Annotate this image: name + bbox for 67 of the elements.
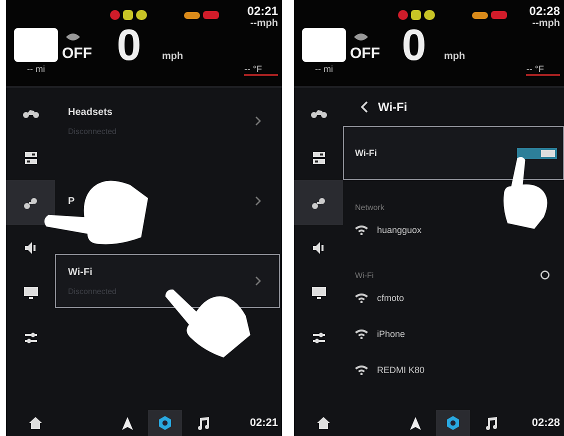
top-speed: --mph: [250, 18, 278, 29]
settings-icon: [158, 416, 172, 430]
speed-unit: mph: [162, 51, 184, 62]
chevron-icon: [255, 116, 261, 126]
speed-value: 0: [400, 26, 428, 72]
speaker-icon: [312, 242, 324, 254]
sidebar-item[interactable]: [6, 180, 55, 225]
sliders-icon: [24, 332, 36, 344]
home-icon: [316, 417, 330, 429]
speaker-icon: [24, 242, 36, 254]
connection-icon: [312, 196, 326, 208]
temperature-value: -- °F: [526, 64, 560, 76]
motorcycle-icon: [22, 108, 38, 118]
menu-item-title: Headsets: [68, 106, 114, 118]
clock: 02:28: [529, 4, 560, 18]
page-title: Wi-Fi: [378, 100, 408, 114]
chevron-icon: [255, 276, 261, 286]
home-icon: [28, 417, 42, 429]
refresh-icon[interactable]: [540, 270, 550, 280]
network-item[interactable]: cfmoto: [343, 280, 564, 316]
menu-item-title: P: [68, 196, 76, 206]
navigation-icon: [122, 416, 132, 430]
warning-lights-icon: [110, 9, 148, 21]
clock: 02:21: [247, 4, 278, 18]
warning-lights-icon: [398, 9, 436, 21]
menu-item[interactable]: P: [55, 174, 280, 228]
chevron-icon: [255, 196, 261, 206]
speed-unit: mph: [444, 51, 466, 62]
settings-icon: [446, 416, 460, 430]
sidebar-item[interactable]: [294, 180, 343, 225]
cruise-status: OFF: [350, 45, 381, 62]
warning-lights-icon: [472, 10, 508, 20]
back-icon[interactable]: [361, 101, 368, 113]
sliders-icon: [312, 332, 324, 344]
navigation-icon: [410, 416, 420, 430]
cruise-status: OFF: [62, 45, 93, 62]
panels-icon: [24, 152, 36, 164]
music-icon: [485, 416, 497, 430]
cruise-icon: [354, 33, 368, 41]
network-item[interactable]: REDMI K80: [343, 352, 564, 388]
wifi-icon: [355, 329, 368, 339]
panels-icon: [312, 152, 324, 164]
toggle-label: Wi-Fi: [355, 148, 378, 158]
warning-lights-icon: [184, 10, 220, 20]
music-icon: [197, 416, 209, 430]
clock: 02:28: [532, 417, 560, 429]
section-heading: Wi-Fi: [355, 271, 374, 280]
status-tile: [302, 28, 346, 62]
wifi-icon: [355, 225, 368, 235]
clock: 02:21: [250, 417, 278, 429]
cruise-icon: [66, 33, 80, 41]
wifi-icon: [355, 365, 368, 375]
range-value: -- mi: [314, 63, 334, 76]
motorcycle-icon: [310, 108, 326, 118]
wifi-icon: [355, 293, 368, 303]
temperature-value: -- °F: [244, 64, 278, 76]
section-heading: Network: [355, 203, 384, 212]
status-tile: [14, 28, 58, 62]
top-speed: --mph: [532, 18, 560, 29]
network-item[interactable]: huangguox: [343, 212, 564, 248]
menu-item-title: Wi-Fi: [68, 266, 94, 278]
range-value: -- mi: [26, 63, 46, 76]
connection-icon: [24, 196, 38, 208]
network-item[interactable]: iPhone: [343, 316, 564, 352]
display-icon: [24, 286, 38, 298]
speed-value: 0: [116, 26, 142, 72]
display-icon: [312, 286, 326, 298]
